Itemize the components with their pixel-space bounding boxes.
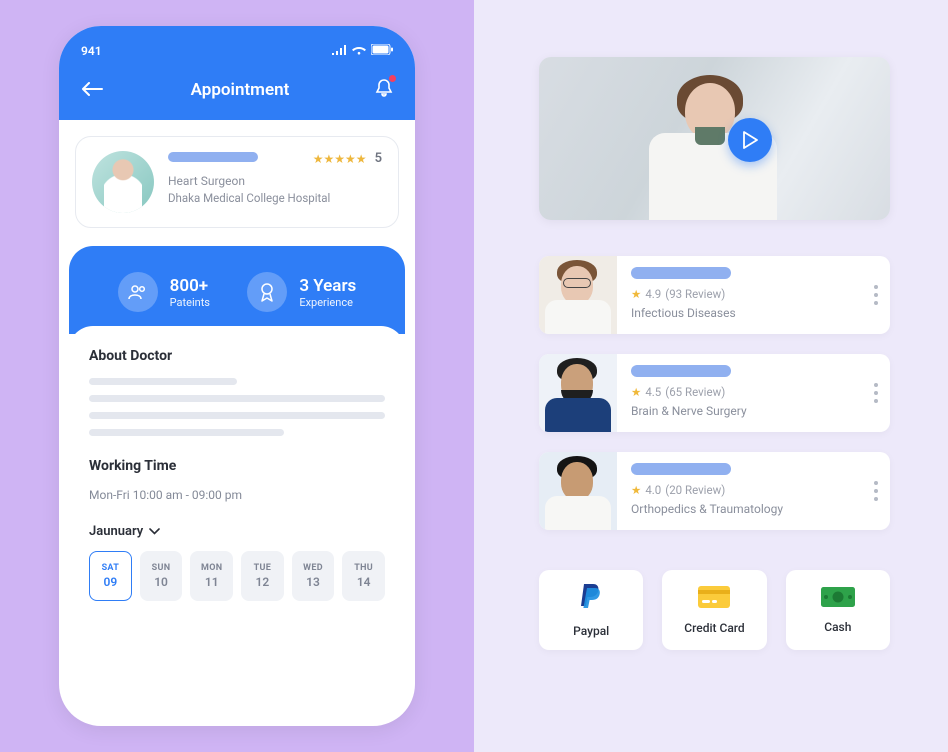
doctor-specialty: Infectious Diseases: [631, 306, 878, 320]
doctor-list-item[interactable]: ★ 4.9(93 Review) Infectious Diseases: [539, 256, 890, 334]
notification-dot-icon: [389, 75, 396, 82]
chevron-down-icon: [149, 524, 160, 539]
doctor-rating-line: ★ 4.9(93 Review): [631, 287, 878, 301]
doctor-summary-card[interactable]: ★★★★★ 5 Heart Surgeon Dhaka Medical Coll…: [75, 136, 399, 228]
experience-label: Experience: [299, 296, 356, 309]
doctor-avatar: [92, 151, 154, 213]
doctor-list-item[interactable]: ★ 4.5(65 Review) Brain & Nerve Surgery: [539, 354, 890, 432]
date-chip[interactable]: MON 11: [190, 551, 233, 601]
doctor-specialty: Orthopedics & Traumatology: [631, 502, 878, 516]
doctor-role: Heart Surgeon: [168, 174, 382, 188]
doctor-name-placeholder: [631, 463, 731, 475]
experience-value: 3 Years: [299, 276, 356, 296]
doctor-stats: 800+ Pateints 3 Years Experience: [69, 246, 405, 334]
notification-bell-icon[interactable]: [375, 78, 393, 102]
working-hours: Mon-Fri 10:00 am - 09:00 pm: [89, 488, 385, 502]
left-showcase-panel: 941: [0, 0, 474, 752]
patients-icon: [118, 272, 158, 312]
payment-option-paypal[interactable]: Paypal: [539, 570, 643, 650]
doctor-thumbnail: [539, 354, 617, 432]
doctor-thumbnail: [539, 256, 617, 334]
experience-icon: [247, 272, 287, 312]
month-selector[interactable]: Jaunuary: [89, 524, 385, 539]
text-skeleton: [89, 429, 284, 436]
more-options-icon[interactable]: [874, 383, 878, 403]
patients-label: Pateints: [170, 296, 210, 309]
date-chip[interactable]: SUN 10: [140, 551, 183, 601]
about-heading: About Doctor: [89, 348, 385, 364]
text-skeleton: [89, 412, 385, 419]
payment-label: Cash: [824, 620, 851, 634]
doctor-rating-line: ★ 4.0(20 Review): [631, 483, 878, 497]
wifi-icon: [352, 44, 366, 58]
phone-mockup: 941: [59, 26, 415, 726]
star-icon: ★★★★★: [313, 152, 367, 166]
date-chip[interactable]: WED 13: [292, 551, 335, 601]
status-time: 941: [81, 44, 102, 58]
date-chip[interactable]: TUE 12: [241, 551, 284, 601]
doctor-name-placeholder: [168, 152, 258, 162]
patients-count: 800+: [170, 276, 210, 296]
credit-card-icon: [697, 585, 731, 613]
star-icon: ★: [631, 287, 641, 301]
doctor-rating-line: ★ 4.5(65 Review): [631, 385, 878, 399]
more-options-icon[interactable]: [874, 481, 878, 501]
pharmacist-image: [629, 65, 799, 220]
star-icon: ★: [631, 483, 641, 497]
month-label: Jaunuary: [89, 524, 143, 539]
battery-icon: [371, 44, 393, 58]
date-chip[interactable]: THU 14: [342, 551, 385, 601]
date-chip[interactable]: SAT 09: [89, 551, 132, 601]
doctor-name-placeholder: [631, 365, 731, 377]
play-icon[interactable]: [728, 118, 772, 162]
promo-video-card[interactable]: [539, 57, 890, 220]
more-options-icon[interactable]: [874, 285, 878, 305]
star-icon: ★: [631, 385, 641, 399]
payment-option-credit-card[interactable]: Credit Card: [662, 570, 766, 650]
doctor-thumbnail: [539, 452, 617, 530]
working-time-heading: Working Time: [89, 458, 385, 474]
doctor-specialty: Brain & Nerve Surgery: [631, 404, 878, 418]
paypal-icon: [578, 582, 604, 616]
signal-icon: [332, 44, 347, 58]
payment-label: Credit Card: [684, 621, 744, 635]
payment-label: Paypal: [573, 624, 609, 638]
page-title: Appointment: [191, 80, 290, 100]
doctor-rating: ★★★★★ 5: [313, 151, 382, 166]
rating-value: 5: [375, 151, 382, 166]
cash-icon: [820, 586, 856, 612]
back-icon[interactable]: [81, 81, 105, 100]
text-skeleton: [89, 395, 385, 402]
status-bar: 941: [81, 44, 393, 58]
doctor-list-item[interactable]: ★ 4.0(20 Review) Orthopedics & Traumatol…: [539, 452, 890, 530]
payment-option-cash[interactable]: Cash: [786, 570, 890, 650]
doctor-name-placeholder: [631, 267, 731, 279]
text-skeleton: [89, 378, 237, 385]
doctor-hospital: Dhaka Medical College Hospital: [168, 191, 382, 205]
right-showcase-panel: ★ 4.9(93 Review) Infectious Diseases: [474, 0, 948, 752]
